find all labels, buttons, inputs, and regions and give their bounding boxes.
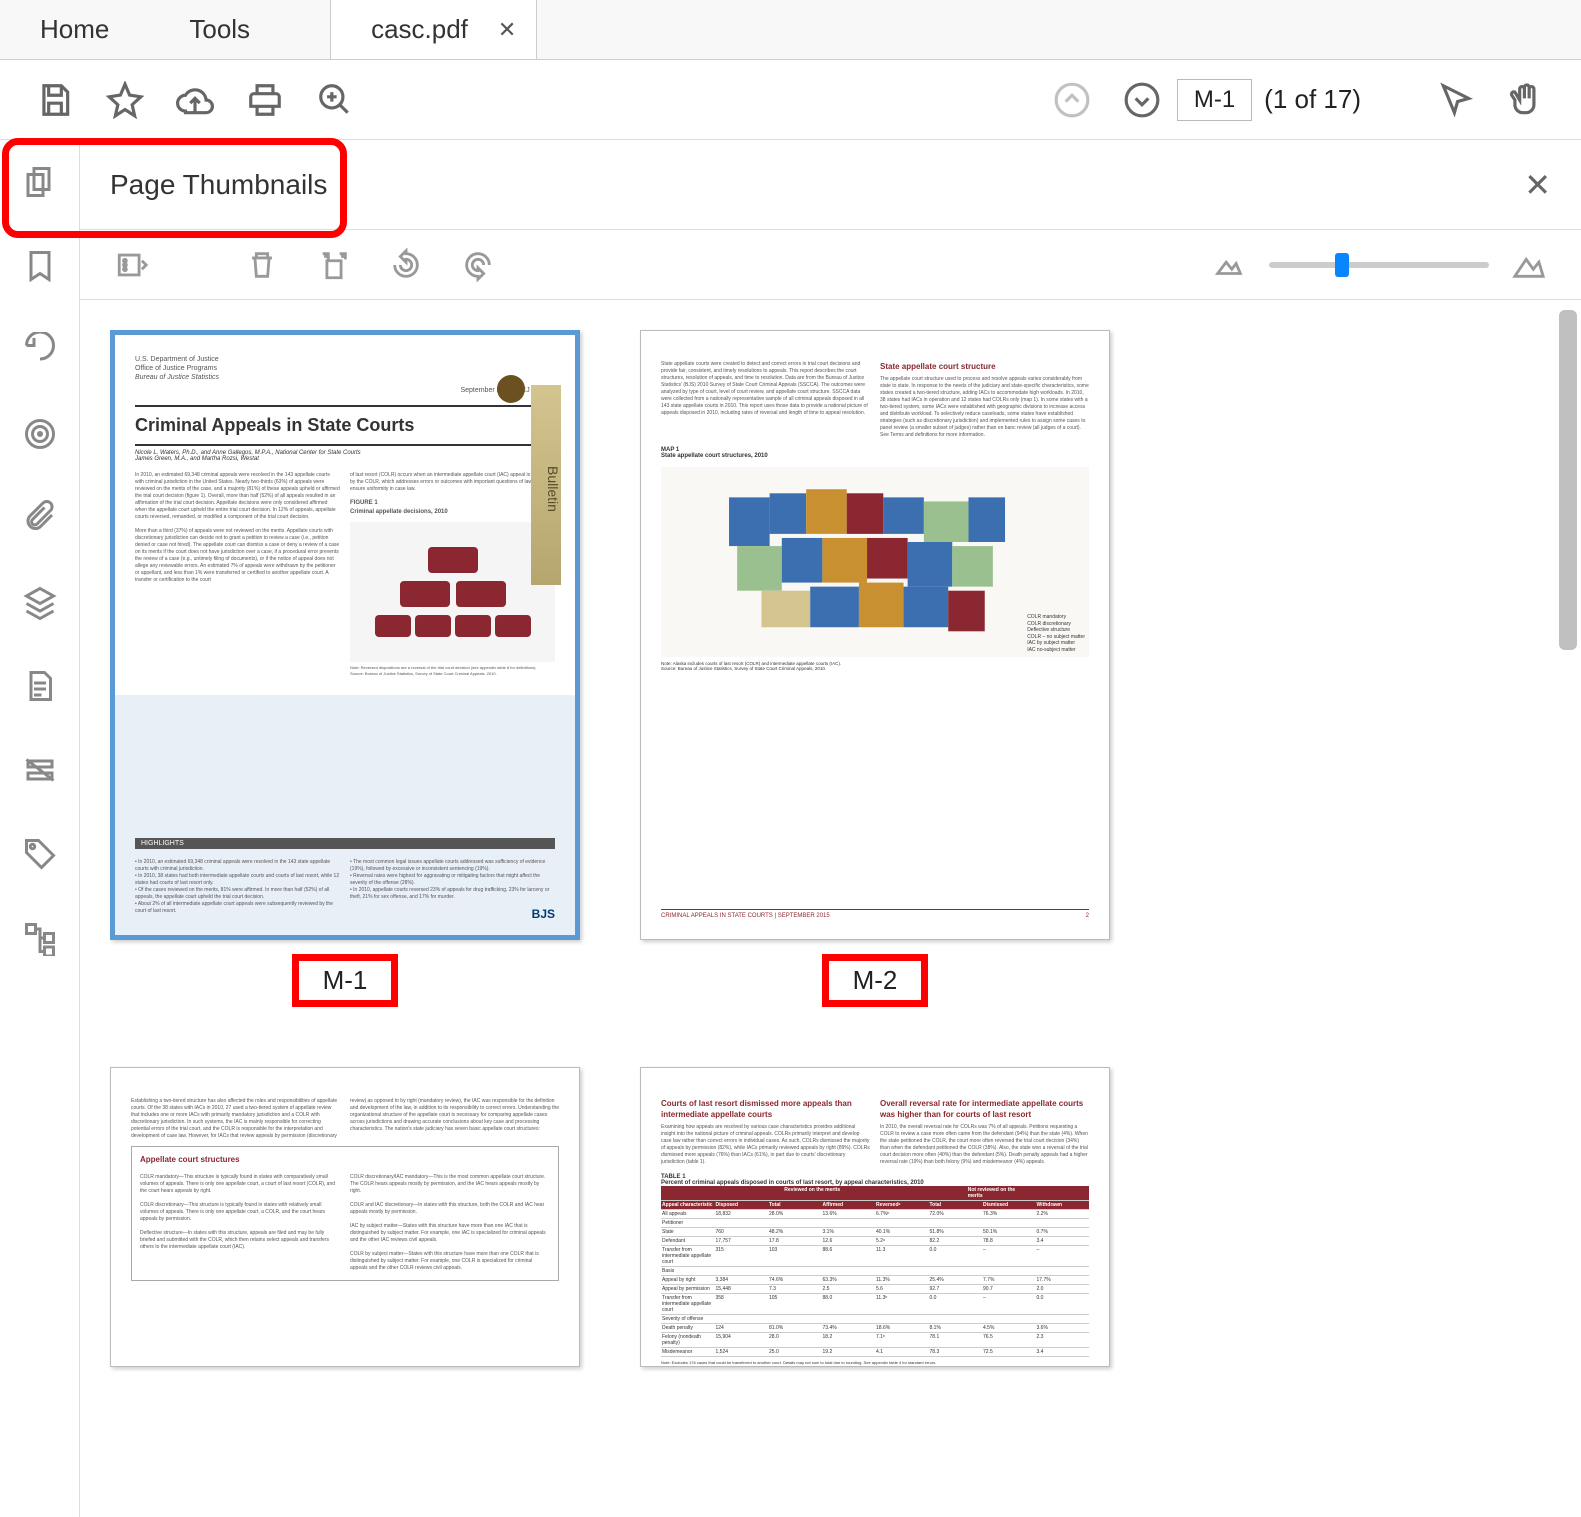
p2-intro-right: The appellate court structure used to pr… bbox=[880, 376, 1089, 439]
thumbnail-label-1: M-1 bbox=[292, 954, 399, 1007]
undo-icon[interactable] bbox=[18, 328, 62, 372]
map-legend: COLR mandatory COLR discretionary Deflec… bbox=[1027, 614, 1085, 653]
p3-box-title: Appellate court structures bbox=[140, 1155, 550, 1164]
p3-box-right: COLR discretionary/IAC mandatory—This is… bbox=[350, 1174, 550, 1272]
panel-close-icon[interactable]: ✕ bbox=[1524, 166, 1551, 204]
target-icon[interactable] bbox=[18, 412, 62, 456]
tab-document[interactable]: casc.pdf ✕ bbox=[330, 0, 537, 59]
thumbnails-panel: Page Thumbnails ✕ U bbox=[80, 140, 1581, 1517]
doc-bureau: Bureau of Justice Statistics bbox=[135, 373, 555, 382]
main-toolbar: M-1 (1 of 17) bbox=[0, 60, 1581, 140]
pointer-icon[interactable] bbox=[1421, 65, 1491, 135]
thumb-zoom-control bbox=[1207, 243, 1551, 287]
doc-dept: U.S. Department of Justice bbox=[135, 355, 555, 364]
search-zoom-icon[interactable] bbox=[300, 65, 370, 135]
tag-icon[interactable] bbox=[18, 832, 62, 876]
rotate-ccw-icon[interactable] bbox=[384, 243, 428, 287]
delete-icon[interactable] bbox=[240, 243, 284, 287]
map-note: Note: Alaska includes courts of last res… bbox=[661, 661, 1089, 671]
table1: Reviewed on the meritsNot reviewed on th… bbox=[661, 1186, 1089, 1357]
rotate-cw-icon[interactable] bbox=[456, 243, 500, 287]
panel-header: Page Thumbnails ✕ bbox=[80, 140, 1581, 230]
page-indicator: M-1 (1 of 17) bbox=[1177, 79, 1361, 121]
doc-date: September 2015, NCJ 248874 bbox=[135, 386, 555, 395]
options-menu-icon[interactable] bbox=[110, 243, 154, 287]
highlights-header: HIGHLIGHTS bbox=[135, 838, 555, 849]
save-icon[interactable] bbox=[20, 65, 90, 135]
tab-tools[interactable]: Tools bbox=[149, 0, 290, 59]
star-icon[interactable] bbox=[90, 65, 160, 135]
page-up-icon[interactable] bbox=[1037, 65, 1107, 135]
p2-intro-left: State appellate courts were created to d… bbox=[661, 361, 870, 439]
print-icon[interactable] bbox=[230, 65, 300, 135]
p2-section-head: State appellate court structure bbox=[880, 361, 1089, 372]
table1-notes: Note: Excludes 176 cases that could be t… bbox=[661, 1360, 1089, 1367]
doc-office: Office of Justice Programs bbox=[135, 364, 555, 373]
thumbnail-page-3[interactable]: Establishing a two-tiered structure has … bbox=[110, 1067, 580, 1367]
page-down-icon[interactable] bbox=[1107, 65, 1177, 135]
tab-bar: Home Tools casc.pdf ✕ bbox=[0, 0, 1581, 60]
redact-icon[interactable] bbox=[18, 748, 62, 792]
figure1-title: FIGURE 1 Criminal appellate decisions, 2… bbox=[350, 499, 555, 516]
p4-body-right: In 2010, the overall reversal rate for C… bbox=[880, 1124, 1089, 1166]
p3-body-right: review) as opposed to by right (mandator… bbox=[350, 1098, 559, 1140]
doj-seal-icon bbox=[497, 375, 525, 403]
table1-title: TABLE 1 Percent of criminal appeals disp… bbox=[661, 1174, 1089, 1186]
panel-title: Page Thumbnails bbox=[110, 169, 327, 201]
bjs-logo: BJS bbox=[532, 907, 555, 921]
p4-body-left: Examining how appeals are resolved by va… bbox=[661, 1124, 870, 1166]
p2-footer: CRIMINAL APPEALS IN STATE COURTS | SEPTE… bbox=[661, 909, 1089, 919]
zoom-slider[interactable] bbox=[1269, 262, 1489, 268]
page-current-input[interactable]: M-1 bbox=[1177, 79, 1252, 121]
cloud-upload-icon[interactable] bbox=[160, 65, 230, 135]
document-icon[interactable] bbox=[18, 664, 62, 708]
p3-body-left: Establishing a two-tiered structure has … bbox=[131, 1098, 340, 1140]
thumbnails-icon[interactable] bbox=[18, 160, 62, 204]
body-col-right: of last resort (COLR) occurs when an int… bbox=[350, 472, 555, 493]
insert-page-icon[interactable] bbox=[312, 243, 356, 287]
figure1-flowchart bbox=[350, 522, 555, 662]
attachment-icon[interactable] bbox=[18, 496, 62, 540]
p3-box-left: COLR mandatory—This structure is typical… bbox=[140, 1174, 340, 1272]
doc-title: Criminal Appeals in State Courts bbox=[135, 405, 555, 446]
panel-toolbar bbox=[80, 230, 1581, 300]
tab-document-label: casc.pdf bbox=[371, 14, 468, 45]
body-col-left: In 2010, an estimated 69,348 criminal ap… bbox=[135, 472, 340, 834]
thumbnail-page-2[interactable]: State appellate courts were created to d… bbox=[640, 330, 1110, 1007]
highlights-left: • In 2010, an estimated 69,348 criminal … bbox=[135, 859, 340, 915]
tab-close-icon[interactable]: ✕ bbox=[498, 17, 516, 43]
p4-head-left: Courts of last resort dismissed more app… bbox=[661, 1098, 870, 1120]
layers-icon[interactable] bbox=[18, 580, 62, 624]
highlights-right: • The most common legal issues appellate… bbox=[350, 859, 555, 915]
thumbnail-page-1[interactable]: U.S. Department of Justice Office of Jus… bbox=[110, 330, 580, 1007]
thumbnail-label-2: M-2 bbox=[822, 954, 929, 1007]
usa-map: COLR mandatory COLR discretionary Deflec… bbox=[661, 467, 1089, 657]
page-total-label: (1 of 17) bbox=[1264, 84, 1361, 115]
bulletin-label: Bulletin bbox=[531, 385, 561, 585]
vertical-scrollbar[interactable] bbox=[1559, 310, 1577, 650]
thumbnails-scroll-area[interactable]: U.S. Department of Justice Office of Jus… bbox=[80, 300, 1581, 1517]
tree-icon[interactable] bbox=[18, 916, 62, 960]
p4-head-right: Overall reversal rate for intermediate a… bbox=[880, 1098, 1089, 1120]
zoom-large-icon[interactable] bbox=[1507, 243, 1551, 287]
bookmark-icon[interactable] bbox=[18, 244, 62, 288]
left-sidebar bbox=[0, 140, 80, 1517]
hand-icon[interactable] bbox=[1491, 65, 1561, 135]
figure1-note: Note: Reversed dispositions are a revers… bbox=[350, 665, 555, 676]
zoom-small-icon[interactable] bbox=[1207, 243, 1251, 287]
map-title: MAP 1 State appellate court structures, … bbox=[661, 447, 1089, 459]
slider-thumb[interactable] bbox=[1335, 253, 1349, 277]
doc-authors: Nicole L. Waters, Ph.D., and Anne Galleg… bbox=[135, 450, 555, 462]
thumbnail-page-4[interactable]: Courts of last resort dismissed more app… bbox=[640, 1067, 1110, 1367]
tab-home[interactable]: Home bbox=[0, 0, 149, 59]
